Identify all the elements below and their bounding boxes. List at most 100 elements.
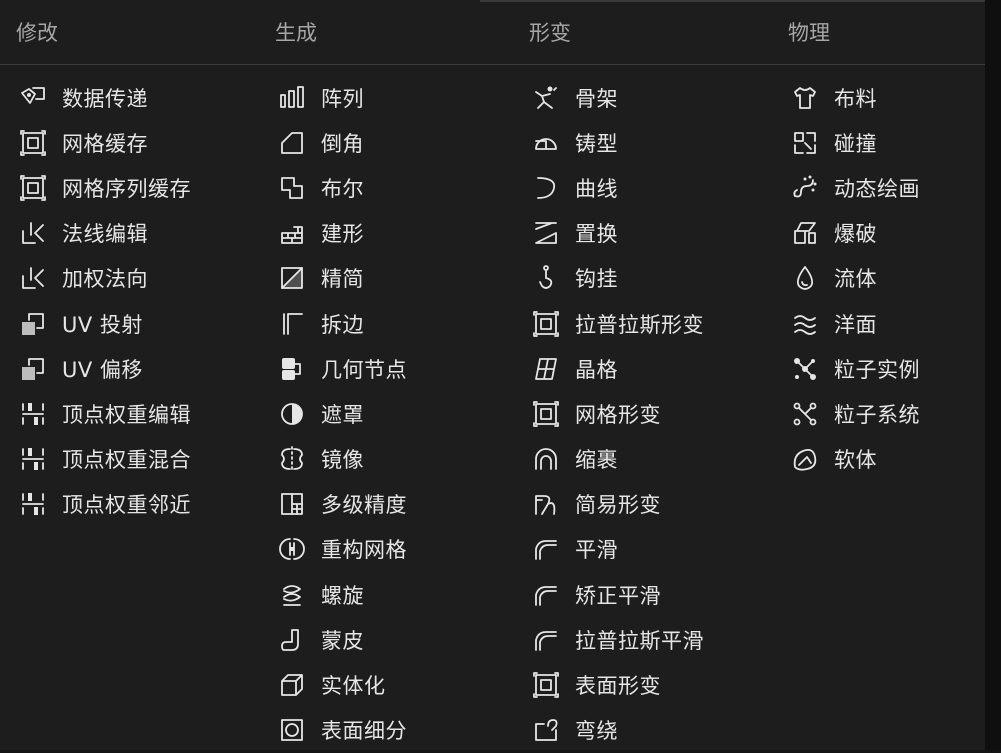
add-modifier-menu: 修改 生成 形变 物理 数据传递 网格缓存网格序列缓存 法线编辑加权法向 UV 投射 U… xyxy=(0,0,985,750)
menu-item-fluid[interactable]: 流体 xyxy=(790,256,980,301)
menu-item-remesh[interactable]: 重构网格 xyxy=(277,527,517,572)
menu-item-mask[interactable]: 遮罩 xyxy=(277,391,517,436)
mirror-icon xyxy=(277,444,307,474)
menu-item-uv-project[interactable]: UV 投射 xyxy=(18,301,258,346)
menu-item-label: UV 偏移 xyxy=(62,357,143,382)
menu-item-shrinkwrap[interactable]: 缩裹 xyxy=(531,437,771,482)
menu-item-label: 网格序列缓存 xyxy=(62,176,191,201)
column-physics: 布料 碰撞 动态绘画爆破流体 洋面粒子实例粒子系统软体 xyxy=(790,75,980,482)
menu-item-curve[interactable]: 曲线 xyxy=(531,165,771,210)
array-icon xyxy=(277,83,307,113)
menu-item-cast[interactable]: 铸型 xyxy=(531,120,771,165)
menu-item-bevel[interactable]: 倒角 xyxy=(277,120,517,165)
simple-deform-icon xyxy=(531,489,561,519)
menu-item-warp[interactable]: 弯绕 xyxy=(531,708,771,753)
menu-item-hook[interactable]: 钩挂 xyxy=(531,256,771,301)
menu-scroll-edge xyxy=(985,0,1001,750)
skin-icon xyxy=(277,625,307,655)
multires-icon xyxy=(277,489,307,519)
geometry-nodes-icon xyxy=(277,354,307,384)
menu-item-label: 法线编辑 xyxy=(62,222,148,247)
menu-item-laplacian-deform[interactable]: 拉普拉斯形变 xyxy=(531,301,771,346)
column-title-edit: 修改 xyxy=(16,21,58,45)
menu-header: 修改 生成 形变 物理 xyxy=(0,0,985,65)
menu-item-label: 拉普拉斯平滑 xyxy=(575,628,704,653)
menu-item-label: 置换 xyxy=(575,222,618,247)
menu-item-armature[interactable]: 骨架 xyxy=(531,75,771,120)
menu-item-ocean[interactable]: 洋面 xyxy=(790,301,980,346)
menu-item-edge-split[interactable]: 拆边 xyxy=(277,301,517,346)
uv-warp-icon xyxy=(18,354,48,384)
menu-item-geometry-nodes[interactable]: 几何节点 xyxy=(277,346,517,391)
menu-item-label: 粒子实例 xyxy=(834,357,920,382)
menu-item-mesh-cache[interactable]: 网格缓存 xyxy=(18,120,258,165)
menu-item-subdivision[interactable]: 表面细分 xyxy=(277,708,517,753)
menu-item-boolean[interactable]: 布尔 xyxy=(277,165,517,210)
menu-item-label: 粒子系统 xyxy=(834,402,920,427)
menu-item-label: 铸型 xyxy=(575,131,618,156)
menu-item-multires[interactable]: 多级精度 xyxy=(277,482,517,527)
laplacian-deform-icon xyxy=(531,309,561,339)
menu-item-label: 表面形变 xyxy=(575,674,661,699)
vertex-weight-proximity-icon xyxy=(18,489,48,519)
menu-item-collision[interactable]: 碰撞 xyxy=(790,120,980,165)
menu-item-vertex-weight-mix[interactable]: 顶点权重混合 xyxy=(18,437,258,482)
menu-item-normal-edit[interactable]: 法线编辑 xyxy=(18,211,258,256)
collision-icon xyxy=(790,128,820,158)
menu-item-dynamic-paint[interactable]: 动态绘画 xyxy=(790,165,980,210)
menu-item-mirror[interactable]: 镜像 xyxy=(277,437,517,482)
menu-item-label: 骨架 xyxy=(575,86,618,111)
menu-item-vertex-weight-edit[interactable]: 顶点权重编辑 xyxy=(18,391,258,436)
menu-item-surface-deform[interactable]: 表面形变 xyxy=(531,662,771,707)
menu-item-label: 爆破 xyxy=(834,222,877,247)
corrective-smooth-icon xyxy=(531,580,561,610)
smooth-icon xyxy=(531,534,561,564)
menu-item-label: 遮罩 xyxy=(321,402,364,427)
menu-item-particle-instance[interactable]: 粒子实例 xyxy=(790,346,980,391)
menu-item-data-transfer[interactable]: 数据传递 xyxy=(18,75,258,120)
solidify-icon xyxy=(277,670,307,700)
menu-item-label: 镜像 xyxy=(321,448,364,473)
menu-item-label: 几何节点 xyxy=(321,357,407,382)
mask-icon xyxy=(277,399,307,429)
menu-item-mesh-deform[interactable]: 网格形变 xyxy=(531,391,771,436)
menu-item-label: UV 投射 xyxy=(62,312,143,337)
menu-item-mesh-sequence-cache[interactable]: 网格序列缓存 xyxy=(18,165,258,210)
menu-item-label: 曲线 xyxy=(575,176,618,201)
menu-item-label: 缩裹 xyxy=(575,448,618,473)
menu-item-smooth[interactable]: 平滑 xyxy=(531,527,771,572)
menu-item-corrective-smooth[interactable]: 矫正平滑 xyxy=(531,572,771,617)
armature-icon xyxy=(531,83,561,113)
column-deform: 骨架铸型曲线置换钩挂 拉普拉斯形变 晶格 网格形变缩裹简易形变 平滑矫正平滑拉普拉斯平滑… xyxy=(531,75,771,753)
menu-item-soft-body[interactable]: 软体 xyxy=(790,437,980,482)
menu-item-solidify[interactable]: 实体化 xyxy=(277,662,517,707)
menu-item-label: 矫正平滑 xyxy=(575,583,661,608)
bevel-icon xyxy=(277,128,307,158)
menu-item-label: 倒角 xyxy=(321,131,364,156)
menu-item-label: 表面细分 xyxy=(321,719,407,744)
menu-item-vertex-weight-proximity[interactable]: 顶点权重邻近 xyxy=(18,482,258,527)
menu-item-uv-warp[interactable]: UV 偏移 xyxy=(18,346,258,391)
menu-item-label: 布尔 xyxy=(321,176,364,201)
menu-item-cloth[interactable]: 布料 xyxy=(790,75,980,120)
menu-item-particle-system[interactable]: 粒子系统 xyxy=(790,391,980,436)
menu-item-build[interactable]: 建形 xyxy=(277,211,517,256)
menu-item-displace[interactable]: 置换 xyxy=(531,211,771,256)
menu-item-explode[interactable]: 爆破 xyxy=(790,211,980,256)
vertex-weight-mix-icon xyxy=(18,444,48,474)
cast-icon xyxy=(531,128,561,158)
column-title-physics: 物理 xyxy=(788,21,830,45)
vertex-weight-edit-icon xyxy=(18,399,48,429)
menu-item-decimate[interactable]: 精简 xyxy=(277,256,517,301)
menu-item-array[interactable]: 阵列 xyxy=(277,75,517,120)
edge-split-icon xyxy=(277,309,307,339)
menu-item-simple-deform[interactable]: 简易形变 xyxy=(531,482,771,527)
menu-item-laplacian-smooth[interactable]: 拉普拉斯平滑 xyxy=(531,617,771,662)
menu-item-label: 弯绕 xyxy=(575,719,618,744)
menu-item-lattice[interactable]: 晶格 xyxy=(531,346,771,391)
remesh-icon xyxy=(277,534,307,564)
menu-item-screw[interactable]: 螺旋 xyxy=(277,572,517,617)
menu-item-skin[interactable]: 蒙皮 xyxy=(277,617,517,662)
menu-item-weighted-normal[interactable]: 加权法向 xyxy=(18,256,258,301)
dynamic-paint-icon xyxy=(790,173,820,203)
